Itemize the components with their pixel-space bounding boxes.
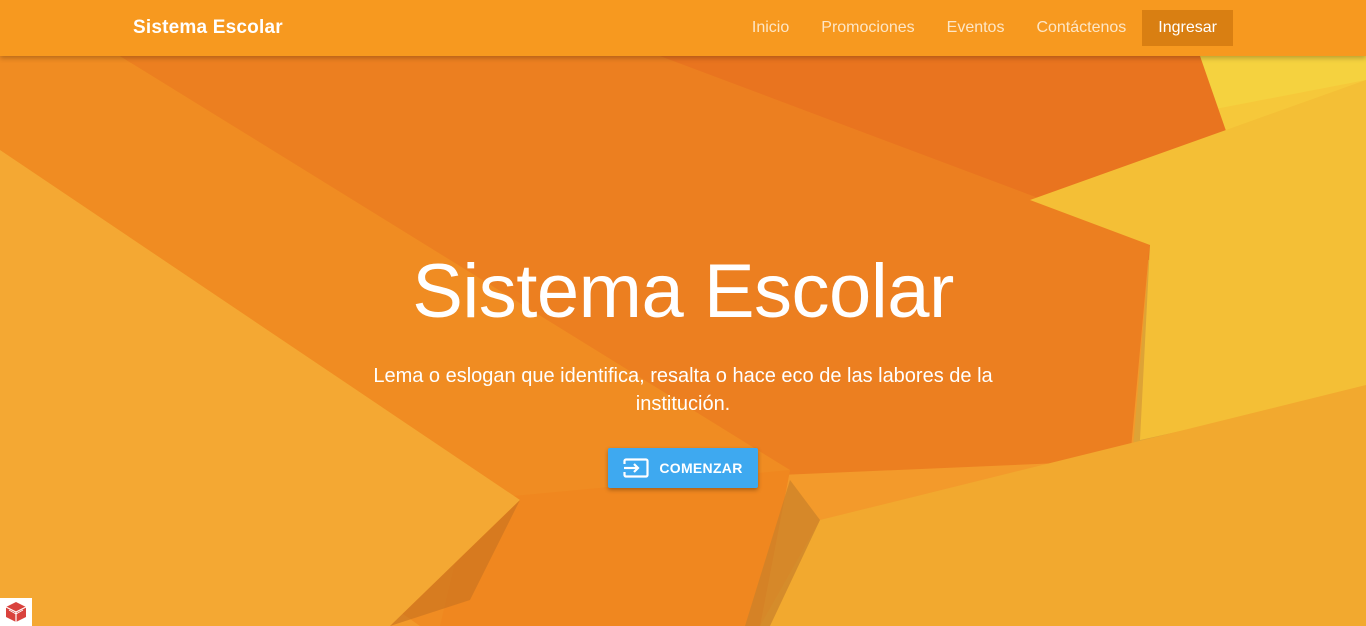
hero-title: Sistema Escolar	[412, 249, 954, 334]
top-navbar: Sistema Escolar Inicio Promociones Event…	[0, 0, 1366, 56]
nav-item-ingresar[interactable]: Ingresar	[1142, 10, 1233, 46]
nav-item-contactenos[interactable]: Contáctenos	[1020, 10, 1142, 46]
nav-item-promociones[interactable]: Promociones	[805, 10, 930, 46]
hero-section: Sistema Escolar Lema o eslogan que ident…	[0, 56, 1366, 626]
brand-logo-link[interactable]: Sistema Escolar	[133, 0, 283, 56]
hero-subtitle: Lema o eslogan que identifica, resalta o…	[373, 365, 993, 415]
nav-item-eventos[interactable]: Eventos	[931, 10, 1021, 46]
comenzar-button[interactable]: COMENZAR	[608, 448, 758, 488]
enter-icon	[623, 458, 649, 478]
nav-menu: Inicio Promociones Eventos Contáctenos I…	[736, 10, 1233, 46]
cube-logo-icon	[5, 602, 27, 622]
corner-widget[interactable]	[0, 598, 32, 626]
nav-item-inicio[interactable]: Inicio	[736, 10, 805, 46]
page: Sistema Escolar Inicio Promociones Event…	[0, 0, 1366, 626]
comenzar-label: COMENZAR	[659, 460, 743, 476]
